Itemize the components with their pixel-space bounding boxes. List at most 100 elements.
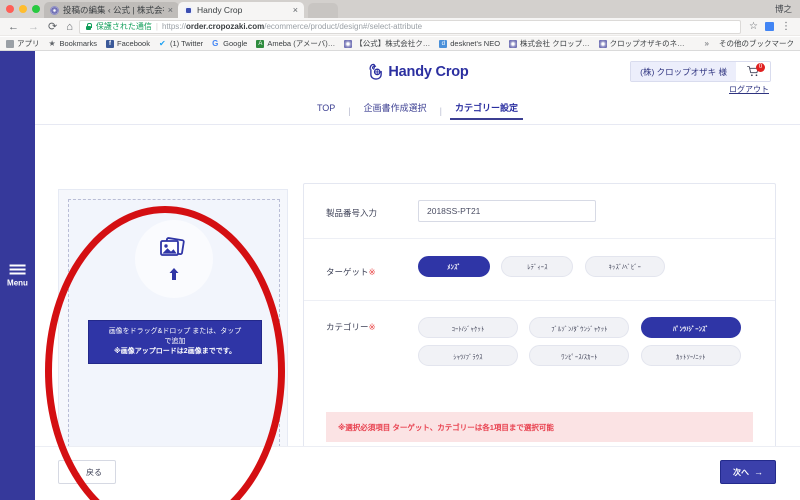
- bookmark-item-twitter[interactable]: ✔ (1) Twitter: [159, 39, 203, 48]
- account-name[interactable]: (株) クロップオザキ 様: [631, 62, 736, 81]
- category-label: カテゴリー※: [326, 322, 376, 332]
- page-content: Handy Crop (株) クロップオザキ 様 0 ログアウト TOP | 企…: [35, 51, 800, 500]
- bookmark-item-facebook[interactable]: f Facebook: [106, 39, 150, 48]
- google-icon: G: [212, 38, 219, 48]
- address-bar[interactable]: 保護された通信 | https://order.cropozaki.com/ec…: [78, 19, 742, 34]
- category-option-shirt-blouse[interactable]: ｼｬﾂ/ﾌﾞﾗｳｽ: [418, 345, 518, 366]
- next-button[interactable]: 次へ →: [720, 460, 776, 484]
- other-bookmarks-label[interactable]: その他のブックマーク: [719, 38, 794, 49]
- site-header: Handy Crop (株) クロップオザキ 様 0 ログアウト: [35, 51, 800, 97]
- window-traffic-lights: [6, 5, 40, 13]
- minimize-window-button[interactable]: [19, 5, 27, 13]
- required-mark: ※: [368, 322, 376, 332]
- chrome-menu-icon[interactable]: ⋮: [781, 21, 791, 32]
- maximize-window-button[interactable]: [32, 5, 40, 13]
- required-mark: ※: [368, 266, 376, 277]
- cart-button[interactable]: 0: [736, 62, 770, 81]
- sku-input[interactable]: [418, 200, 596, 222]
- nav-buttons: ← → ⟳ ⌂: [0, 20, 73, 34]
- sidebar-menu-label: Menu: [7, 278, 28, 287]
- bookmark-item-desknet[interactable]: d desknet's NEO: [439, 39, 500, 48]
- address-url: https://order.cropozaki.com/ecommerce/pr…: [161, 22, 423, 31]
- nav-tab-proposal[interactable]: 企画書作成選択: [351, 101, 440, 120]
- arrow-left-icon: ←: [72, 466, 81, 477]
- bookmark-label: Google: [223, 39, 248, 48]
- dropzone-hint-line1: 画像をドラッグ&ドロップ または、タップ: [108, 328, 242, 335]
- target-label: ターゲット※: [326, 266, 376, 277]
- ameba-icon: A: [256, 39, 265, 48]
- dropzone-hint: 画像をドラッグ&ドロップ または、タップ で追加 ※画像アップロードは2画像まで…: [88, 320, 262, 365]
- handycrop-logo-icon: [366, 62, 385, 81]
- next-button-label: 次へ: [733, 467, 749, 477]
- bookmark-item-crop[interactable]: 株式会社 クロップ…: [509, 38, 590, 49]
- new-tab-button[interactable]: [308, 3, 338, 18]
- logout-link[interactable]: ログアウト: [729, 84, 769, 95]
- category-option-onepiece-skirt[interactable]: ﾜﾝﾋﾟｰｽ/ｽｶｰﾄ: [529, 345, 630, 366]
- home-icon[interactable]: ⌂: [66, 21, 73, 33]
- handycrop-icon: [184, 5, 193, 15]
- category-option-cutsew-knit[interactable]: ｶｯﾄｿｰ/ﾆｯﾄ: [640, 345, 741, 366]
- browser-window: 投稿の編集 ‹ 公式 | 株式会社ク… × Handy Crop × 博之 ← …: [0, 0, 800, 500]
- cart-count-badge: 0: [756, 63, 765, 72]
- wizard-footer: ← 戻る 次へ →: [35, 446, 800, 500]
- validation-alert: ※選択必須項目 ターゲット、カテゴリーは各1項目まで選択可能: [326, 412, 753, 442]
- brand-logo[interactable]: Handy Crop: [366, 62, 469, 81]
- bookmark-item-bookmarks[interactable]: ★ Bookmarks: [49, 39, 98, 48]
- bookmark-label: desknet's NEO: [450, 39, 501, 48]
- site-circle-icon: [509, 39, 518, 48]
- site-circle-icon: [598, 39, 607, 48]
- account-box: (株) クロップオザキ 様 0: [630, 61, 771, 82]
- facebook-icon: f: [106, 39, 115, 48]
- sidebar-menu-rail[interactable]: Menu: [0, 51, 35, 500]
- target-option-mens[interactable]: ﾒﾝｽﾞ: [418, 255, 490, 277]
- upload-arrow-icon: [169, 268, 179, 280]
- sku-row: 製品番号入力: [304, 184, 775, 239]
- security-label: 保護された通信: [95, 22, 152, 31]
- bookmark-label: Facebook: [117, 39, 150, 48]
- bookmark-item-official[interactable]: 【公式】株式会社ク…: [344, 38, 430, 49]
- main-nav: TOP | 企画書作成選択 | カテゴリー設定: [35, 97, 800, 125]
- reading-list-icon[interactable]: [765, 22, 774, 31]
- back-button[interactable]: ← 戻る: [58, 460, 116, 484]
- bookmark-item-cropozaki[interactable]: クロップオザキのネ…: [598, 38, 685, 49]
- bookmarks-bar: アプリ ★ Bookmarks f Facebook ✔ (1) Twitter…: [0, 37, 800, 51]
- close-window-button[interactable]: [6, 5, 14, 13]
- sku-label: 製品番号入力: [326, 208, 378, 218]
- category-option-coat-jacket[interactable]: ｺｰﾄ/ｼﾞｬｹｯﾄ: [418, 317, 518, 338]
- browser-tab-1[interactable]: 投稿の編集 ‹ 公式 | 株式会社ク… ×: [44, 2, 179, 18]
- target-row: ターゲット※ ﾒﾝｽﾞ ﾚﾃﾞｨｰｽ ｷｯｽﾞ/ﾍﾞﾋﾞｰ: [304, 239, 775, 301]
- chrome-profile-label[interactable]: 博之: [775, 3, 792, 15]
- target-option-ladies[interactable]: ﾚﾃﾞｨｰｽ: [501, 255, 574, 277]
- close-icon[interactable]: ×: [293, 5, 298, 15]
- category-option-pants-jeans[interactable]: ﾊﾟﾝﾂ/ｼﾞｰﾝｽﾞ: [640, 317, 741, 338]
- target-option-kids-baby[interactable]: ｷｯｽﾞ/ﾍﾞﾋﾞｰ: [584, 255, 665, 277]
- dropzone-hint-line2: で追加: [164, 338, 186, 346]
- nav-tab-top[interactable]: TOP: [304, 103, 348, 119]
- hamburger-icon[interactable]: Menu: [7, 264, 28, 287]
- apps-grid-icon: [6, 39, 14, 48]
- category-option-blouson-down-jacket[interactable]: ﾌﾞﾙｿﾞﾝ/ﾀﾞｳﾝｼﾞｬｹｯﾄ: [529, 317, 630, 338]
- star-icon[interactable]: ☆: [749, 21, 758, 32]
- browser-tab-1-label: 投稿の編集 ‹ 公式 | 株式会社ク…: [63, 5, 164, 15]
- close-icon[interactable]: ×: [168, 5, 173, 15]
- nav-tab-category[interactable]: カテゴリー設定: [442, 101, 531, 120]
- bookmark-item-ameba[interactable]: A Ameba (アメーバ)…: [256, 38, 335, 49]
- reload-icon[interactable]: ⟳: [48, 20, 57, 33]
- arrow-right-icon: →: [754, 466, 763, 477]
- bookmark-label: クロップオザキのネ…: [609, 39, 685, 48]
- bookmark-label: 【公式】株式会社ク…: [355, 39, 431, 48]
- browser-tab-2[interactable]: Handy Crop ×: [178, 2, 304, 18]
- site-circle-icon: [344, 39, 353, 48]
- bookmark-item-apps[interactable]: アプリ: [6, 38, 40, 49]
- image-upload-icon[interactable]: [135, 220, 213, 298]
- bookmark-label: (1) Twitter: [169, 39, 204, 48]
- chevron-overflow-icon[interactable]: »: [705, 39, 709, 48]
- desknet-icon: d: [439, 39, 448, 48]
- bookmark-item-google[interactable]: G Google: [212, 39, 247, 48]
- address-divider: |: [155, 22, 158, 31]
- back-icon[interactable]: ←: [8, 21, 19, 33]
- lock-icon: [85, 23, 92, 30]
- forward-icon[interactable]: →: [28, 21, 39, 33]
- browser-toolbar: ← → ⟳ ⌂ 保護された通信 | https://order.cropozak…: [0, 18, 800, 36]
- image-dropzone[interactable]: 画像をドラッグ&ドロップ または、タップ で追加 ※画像アップロードは2画像まで…: [68, 199, 280, 462]
